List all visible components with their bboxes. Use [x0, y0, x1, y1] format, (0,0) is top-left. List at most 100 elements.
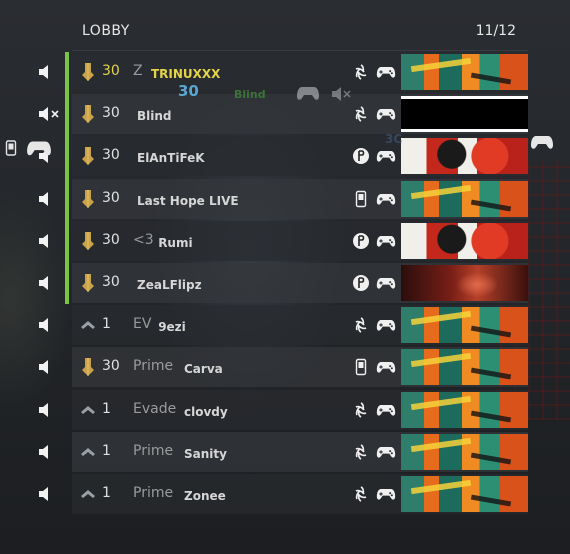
- player-level: 30: [102, 105, 120, 122]
- player-level: 1: [102, 400, 111, 417]
- player-level: 30: [102, 189, 120, 206]
- player-level: 1: [102, 442, 111, 459]
- calling-card: [401, 349, 528, 386]
- player-name: TRINUXXX: [151, 67, 221, 81]
- ghost-gamepad-icon: [297, 87, 319, 100]
- playstation-icon: [352, 274, 370, 292]
- player-level: 1: [102, 316, 111, 333]
- player-level: 30: [102, 63, 120, 79]
- speaker-icon[interactable]: [37, 358, 55, 376]
- chevron-rank-icon: [80, 442, 96, 462]
- player-clan-tag: <3: [133, 231, 154, 248]
- ghost-gamepad-right-icon: [531, 136, 553, 149]
- player-count: 11/12: [475, 23, 516, 39]
- gold-rank-icon: [80, 62, 96, 82]
- speaker-icon[interactable]: [37, 274, 55, 292]
- calling-card: [401, 391, 528, 428]
- speaker-icon[interactable]: [37, 190, 55, 208]
- player-level: 30: [102, 274, 120, 290]
- player-name: Blind: [137, 109, 172, 124]
- chevron-rank-icon: [80, 484, 96, 504]
- gold-rank-icon: [80, 146, 96, 166]
- gold-rank-icon: [80, 357, 96, 377]
- ghost-tag: 3C: [385, 132, 403, 146]
- gamepad-icon: [376, 444, 396, 460]
- speaker-icon[interactable]: [37, 485, 55, 503]
- gamepad-icon: [376, 359, 396, 375]
- player-name: 9ezi: [158, 320, 186, 335]
- ghost-phone-icon: [5, 140, 17, 156]
- gamepad-icon: [376, 402, 396, 418]
- player-row[interactable]: 30 Blind: [30, 94, 528, 135]
- battlenet-icon: [352, 443, 370, 461]
- calling-card: [401, 265, 528, 301]
- player-clan-tag: Prime: [133, 485, 174, 501]
- player-name: Carva: [184, 362, 223, 377]
- player-name: Zonee: [184, 489, 226, 503]
- ghost-level: 30: [178, 82, 199, 100]
- player-row[interactable]: 1 Evade clovdy: [30, 389, 528, 430]
- gamepad-icon: [376, 191, 396, 207]
- ghost-name: Blind: [234, 88, 266, 101]
- speaker-icon[interactable]: [37, 443, 55, 461]
- battlenet-icon: [352, 105, 370, 123]
- calling-card: [401, 180, 528, 217]
- player-row[interactable]: 30 ZeaLFlipz: [30, 263, 528, 303]
- player-clan-tag: Prime: [133, 358, 174, 375]
- player-row[interactable]: 30 Z TRINUXXX: [30, 52, 528, 92]
- player-name: Rumi: [158, 235, 193, 250]
- gamepad-icon: [376, 275, 396, 291]
- playstation-icon: [352, 232, 370, 250]
- battlenet-icon: [352, 316, 370, 334]
- player-row[interactable]: 1 Prime Sanity: [30, 431, 528, 472]
- player-name: clovdy: [184, 404, 228, 419]
- speaker-icon[interactable]: [37, 401, 55, 419]
- gold-rank-icon: [80, 104, 96, 124]
- gamepad-icon: [376, 64, 396, 80]
- speaker-icon[interactable]: [37, 232, 55, 250]
- player-level: 30: [102, 147, 120, 164]
- player-level: 30: [102, 231, 120, 248]
- battlenet-icon: [352, 401, 370, 419]
- player-row[interactable]: 30 Last Hope LIVE: [30, 178, 528, 219]
- player-row[interactable]: 30 <3 Rumi: [30, 220, 528, 261]
- playstation-icon: [352, 147, 370, 165]
- player-name: ZeaLFlipz: [137, 278, 202, 292]
- gold-rank-icon: [80, 273, 96, 293]
- chevron-rank-icon: [80, 315, 96, 335]
- calling-card: [401, 138, 528, 175]
- calling-card: [401, 476, 528, 512]
- gamepad-icon: [376, 106, 396, 122]
- player-level: 30: [102, 358, 120, 375]
- calling-card: [401, 222, 528, 259]
- player-clan-tag: Z: [133, 63, 143, 79]
- player-name: Last Hope LIVE: [137, 193, 239, 208]
- phone-icon: [352, 190, 370, 208]
- lobby-title: LOBBY: [82, 23, 130, 39]
- calling-card: [401, 96, 528, 133]
- player-clan-tag: Evade: [133, 400, 177, 417]
- gamepad-icon: [376, 317, 396, 333]
- gamepad-icon: [376, 233, 396, 249]
- chevron-rank-icon: [80, 400, 96, 420]
- muted-speaker-icon[interactable]: [37, 105, 59, 123]
- player-row[interactable]: 30 Prime Carva: [30, 347, 528, 388]
- calling-card: [401, 433, 528, 470]
- player-clan-tag: Prime: [133, 442, 174, 459]
- gamepad-icon: [376, 148, 396, 164]
- player-row[interactable]: 1 EV 9ezi: [30, 305, 528, 346]
- ghost-gamepad-left-icon: [27, 141, 51, 156]
- speaker-icon[interactable]: [37, 63, 55, 81]
- battlenet-icon: [352, 485, 370, 503]
- player-row[interactable]: 1 Prime Zonee: [30, 474, 528, 514]
- gold-rank-icon: [80, 231, 96, 251]
- calling-card: [401, 54, 528, 90]
- battlenet-icon: [352, 63, 370, 81]
- gold-rank-icon: [80, 189, 96, 209]
- ghost-mute-icon: [332, 87, 351, 101]
- player-row[interactable]: 30 ElAnTiFeK: [30, 136, 528, 177]
- calling-card: [401, 307, 528, 344]
- player-clan-tag: EV: [133, 316, 152, 333]
- speaker-icon[interactable]: [37, 316, 55, 334]
- phone-icon: [352, 358, 370, 376]
